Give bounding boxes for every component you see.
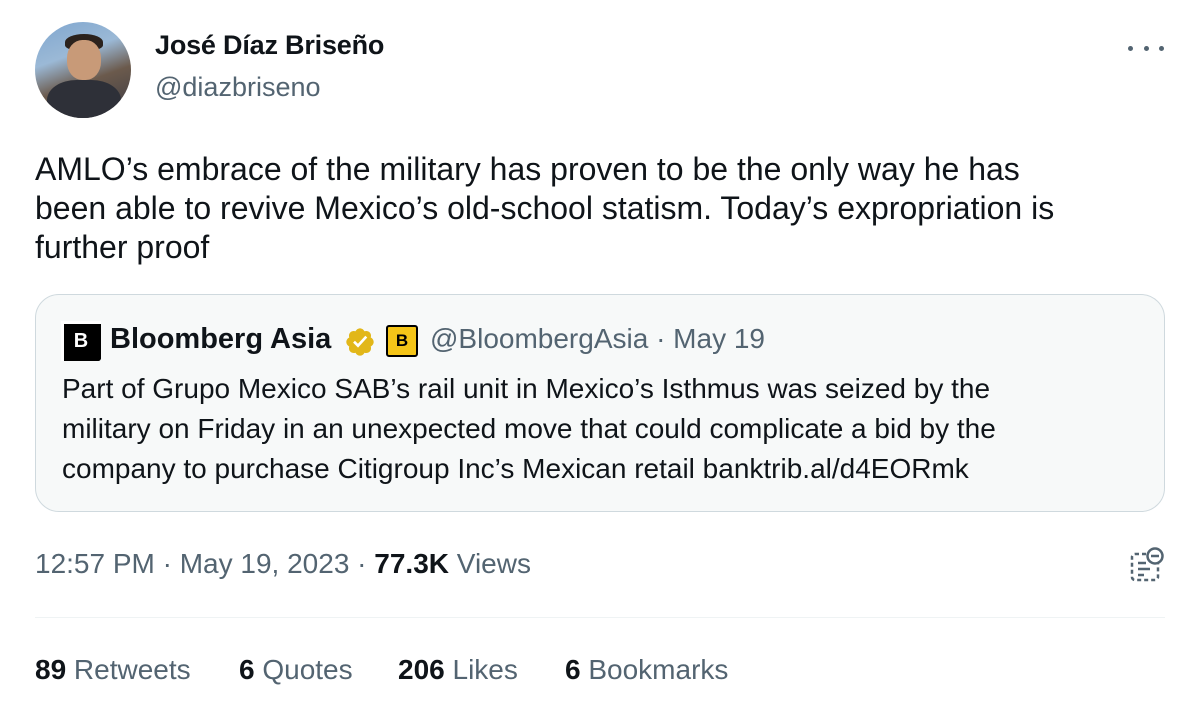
quoted-handle-date[interactable]: @BloombergAsia · May 19 [430,323,765,355]
retweets-stat[interactable]: 89 Retweets [35,654,191,686]
more-icon[interactable] [1128,40,1164,56]
quotes-label: Quotes [254,654,353,685]
retweets-count: 89 [35,654,67,685]
views-label: Views [449,548,531,579]
retweets-label: Retweets [66,654,191,685]
quotes-count: 6 [239,654,255,685]
bloomberg-badge-icon: B [386,325,418,357]
likes-count: 206 [398,654,445,685]
quoted-text: Part of Grupo Mexico SAB’s rail unit in … [62,369,1142,489]
timestamp-row: 12:57 PM · May 19, 2023 · 77.3K Views [35,548,531,580]
timestamp[interactable]: 12:57 PM · May 19, 2023 · [35,548,374,579]
bookmarks-label: Bookmarks [580,654,729,685]
views-count: 77.3K [374,548,449,579]
avatar-face [67,40,101,80]
likes-stat[interactable]: 206 Likes [398,654,518,686]
avatar-body [47,80,121,118]
tweet-text: AMLO’s embrace of the military has prove… [35,151,1055,265]
likes-label: Likes [444,654,518,685]
more-dot [1143,45,1149,51]
author-avatar[interactable] [35,22,131,118]
verified-icon [346,328,374,356]
quoted-avatar[interactable]: B [61,321,101,361]
author-handle[interactable]: @diazbriseno [155,72,321,103]
divider [35,617,1165,618]
quotes-stat[interactable]: 6 Quotes [239,654,353,686]
more-dot [1159,45,1164,51]
tweet-card: José Díaz Briseño @diazbriseno AMLO’s em… [0,0,1198,724]
quoted-text-body: Part of Grupo Mexico SAB’s rail unit in … [62,373,996,484]
author-name[interactable]: José Díaz Briseño [155,30,384,61]
quoted-name[interactable]: Bloomberg Asia [110,323,331,356]
quoted-tweet[interactable]: B Bloomberg Asia B @BloombergAsia · May … [35,294,1165,512]
analytics-icon[interactable] [1128,546,1164,584]
bookmarks-count: 6 [565,654,581,685]
more-dot [1128,45,1133,51]
bookmarks-stat[interactable]: 6 Bookmarks [565,654,728,686]
